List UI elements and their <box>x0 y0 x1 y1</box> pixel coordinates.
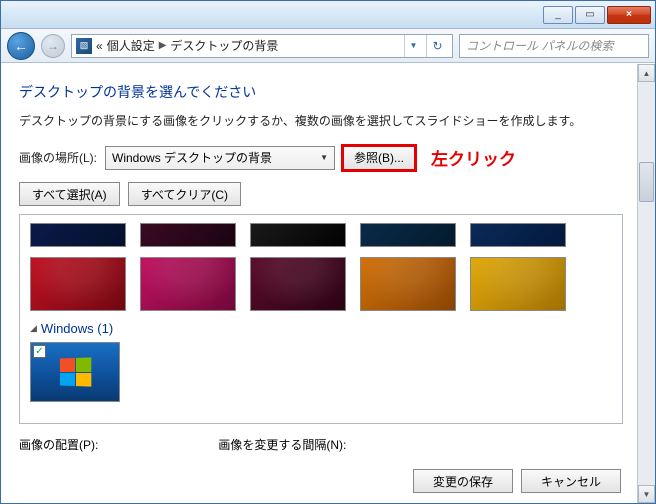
page-heading: デスクトップの背景を選んでください <box>19 82 623 102</box>
position-label: 画像の配置(P): <box>19 436 98 453</box>
thumbnail-pane: ◢ Windows (1) ✓ <box>19 214 623 424</box>
wallpaper-thumbnail[interactable] <box>250 223 346 247</box>
footer-buttons: 変更の保存 キャンセル <box>413 469 621 493</box>
location-row: 画像の場所(L): Windows デスクトップの背景 ▼ 参照(B)... 左… <box>19 145 623 170</box>
breadcrumb-item[interactable]: 個人設定 <box>107 37 155 54</box>
collapse-icon: ◢ <box>30 323 37 334</box>
wallpaper-thumbnail[interactable] <box>140 223 236 247</box>
annotation-text: 左クリック <box>431 145 516 170</box>
select-all-button[interactable]: すべて選択(A) <box>19 182 120 206</box>
search-input[interactable]: コントロール パネルの検索 <box>459 34 649 58</box>
arrow-right-icon: → <box>47 39 59 53</box>
maximize-button[interactable]: ▭ <box>575 6 605 24</box>
close-button[interactable]: × <box>607 6 651 24</box>
forward-button[interactable]: → <box>41 34 65 58</box>
wallpaper-thumbnail[interactable] <box>360 257 456 311</box>
address-dropdown[interactable]: ▼ <box>404 35 422 57</box>
vertical-scrollbar[interactable]: ▲ ▼ <box>637 64 655 503</box>
wallpaper-thumbnail[interactable] <box>30 257 126 311</box>
wallpaper-thumbnail[interactable] <box>470 223 566 247</box>
wallpaper-thumbnail[interactable] <box>140 257 236 311</box>
refresh-icon: ↻ <box>432 39 442 53</box>
scroll-down-button[interactable]: ▼ <box>638 485 655 503</box>
windows-logo-icon <box>60 357 91 386</box>
location-label: 画像の場所(L): <box>19 149 97 166</box>
browse-button[interactable]: 参照(B)... <box>343 146 415 170</box>
window: _ ▭ × ← → ▧ « 個人設定 ▶ デスクトップの背景 ▼ ↻ コントロー… <box>0 0 656 504</box>
thumbnail-checkbox[interactable]: ✓ <box>33 345 46 358</box>
selection-row: すべて選択(A) すべてクリア(C) <box>19 182 623 206</box>
options-row: 画像の配置(P): 画像を変更する間隔(N): <box>19 436 623 453</box>
chevron-right-icon: ▶ <box>159 40 167 51</box>
address-bar[interactable]: ▧ « 個人設定 ▶ デスクトップの背景 ▼ ↻ <box>71 34 453 58</box>
wallpaper-thumbnail-windows[interactable]: ✓ <box>30 342 120 402</box>
minimize-button[interactable]: _ <box>543 6 573 24</box>
wallpaper-thumbnail[interactable] <box>30 223 126 247</box>
breadcrumb-item[interactable]: デスクトップの背景 <box>170 37 278 54</box>
arrow-left-icon: ← <box>14 38 28 54</box>
location-select[interactable]: Windows デスクトップの背景 ▼ <box>105 146 335 170</box>
control-panel-icon: ▧ <box>76 38 92 54</box>
thumbnail-row <box>30 223 612 247</box>
navbar: ← → ▧ « 個人設定 ▶ デスクトップの背景 ▼ ↻ コントロール パネルの… <box>1 29 655 63</box>
back-button[interactable]: ← <box>7 32 35 60</box>
wallpaper-thumbnail[interactable] <box>470 257 566 311</box>
save-button[interactable]: 変更の保存 <box>413 469 513 493</box>
refresh-button[interactable]: ↻ <box>426 35 448 57</box>
scroll-up-button[interactable]: ▲ <box>638 64 655 82</box>
main-panel: デスクトップの背景を選んでください デスクトップの背景にする画像をクリックするか… <box>1 64 637 503</box>
titlebar: _ ▭ × <box>1 1 655 29</box>
chevron-down-icon: ▼ <box>320 153 328 162</box>
content-area: デスクトップの背景を選んでください デスクトップの背景にする画像をクリックするか… <box>1 64 655 503</box>
search-placeholder: コントロール パネルの検索 <box>466 37 613 54</box>
scroll-track[interactable] <box>638 82 655 485</box>
clear-all-button[interactable]: すべてクリア(C) <box>128 182 241 206</box>
thumbnail-row <box>30 257 612 311</box>
location-value: Windows デスクトップの背景 <box>112 149 272 166</box>
cancel-button[interactable]: キャンセル <box>521 469 621 493</box>
wallpaper-thumbnail[interactable] <box>360 223 456 247</box>
page-subtext: デスクトップの背景にする画像をクリックするか、複数の画像を選択してスライドショー… <box>19 112 623 129</box>
wallpaper-thumbnail[interactable] <box>250 257 346 311</box>
interval-label: 画像を変更する間隔(N): <box>218 436 346 453</box>
scroll-thumb[interactable] <box>639 162 654 202</box>
breadcrumb-root: « <box>96 39 103 53</box>
group-header-windows[interactable]: ◢ Windows (1) <box>30 321 612 336</box>
